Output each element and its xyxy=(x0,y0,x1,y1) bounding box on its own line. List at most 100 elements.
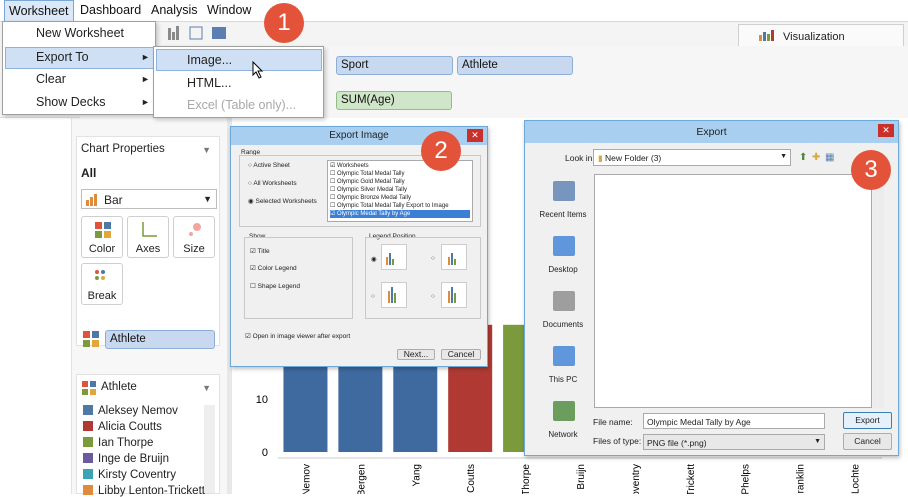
x-tick-label: Thorpe xyxy=(521,464,532,494)
this-pc-icon xyxy=(553,346,575,366)
place-label[interactable]: Documents xyxy=(535,320,591,329)
worksheet-item[interactable]: ☐ Olympic Gold Medal Tally xyxy=(330,178,470,186)
up-folder-icon[interactable]: ⬆ xyxy=(799,152,807,163)
worksheet-item[interactable]: ☐ Olympic Bronze Medal Tally xyxy=(330,194,470,202)
tab-visualization[interactable]: Visualization xyxy=(738,24,904,46)
legend-item[interactable]: Inge de Bruijn xyxy=(83,453,169,465)
submenu-image[interactable]: Image... xyxy=(187,53,232,67)
checkbox-shape-legend[interactable]: ☐ Shape Legend xyxy=(250,282,300,290)
submenu-image-highlight[interactable] xyxy=(156,49,322,71)
legend-pos-bottomleft[interactable]: ○ xyxy=(371,293,375,300)
menu-new-worksheet[interactable]: New Worksheet xyxy=(36,26,124,40)
cancel-button[interactable]: Cancel xyxy=(441,349,481,360)
legend-pos-topleft[interactable]: ◉ xyxy=(371,255,377,263)
scope-label[interactable]: All xyxy=(81,166,96,180)
chevron-down-icon: ▼ xyxy=(203,194,212,204)
worksheet-item-label: Olympic Total Medal Tally xyxy=(337,171,405,177)
legend-item[interactable]: Kirsty Coventry xyxy=(83,469,176,481)
radio-all-worksheets[interactable]: ○ All Worksheets xyxy=(248,180,297,187)
menu-dashboard[interactable]: Dashboard xyxy=(80,3,141,17)
legend-pos-topright[interactable]: ○ xyxy=(431,255,435,262)
radio-active-sheet[interactable]: ○ Active Sheet xyxy=(248,162,290,169)
chevron-down-icon[interactable]: ▼ xyxy=(202,145,211,155)
chevron-down-icon[interactable]: ▼ xyxy=(202,383,211,393)
menu-window[interactable]: Window xyxy=(207,3,251,17)
chart-type-select[interactable]: Bar ▼ xyxy=(81,189,217,209)
look-in-select[interactable]: ▮ New Folder (3) ▼ xyxy=(593,149,791,166)
radio-selected-worksheets[interactable]: ◉ Selected Worksheets xyxy=(248,197,317,205)
checkbox-open-viewer[interactable]: ☑ Open in image viewer after export xyxy=(245,332,350,340)
file-list-scrollbar[interactable] xyxy=(873,174,884,408)
pill-sum-age[interactable]: SUM(Age) xyxy=(336,91,452,110)
place-label[interactable]: This PC xyxy=(535,375,591,384)
tile-axes[interactable]: Axes xyxy=(127,216,169,258)
worksheet-checkbox[interactable]: ☐ xyxy=(330,187,337,193)
submenu-html[interactable]: HTML... xyxy=(187,76,231,90)
tile-size-label: Size xyxy=(183,243,205,255)
menu-export-to[interactable]: Export To xyxy=(36,50,89,64)
checkbox-color-legend-label: Color Legend xyxy=(257,265,297,272)
checkbox-title[interactable]: ☑ Title xyxy=(250,247,270,255)
worksheet-list[interactable]: ☑ Worksheets ☐ Olympic Total Medal Tally ☐… xyxy=(327,160,473,222)
place-label[interactable]: Desktop xyxy=(535,265,591,274)
place-label[interactable]: Recent Items xyxy=(535,210,591,219)
menu-clear[interactable]: Clear xyxy=(36,72,66,86)
worksheet-checkbox[interactable]: ☐ xyxy=(330,171,337,177)
worksheet-item[interactable]: ☑ Olympic Medal Tally by Age xyxy=(330,210,470,218)
legend-swatch xyxy=(83,437,93,447)
file-type-select[interactable]: PNG file (*.png) ▼ xyxy=(643,434,825,450)
legend-item[interactable]: Alicia Coutts xyxy=(83,421,162,433)
legend-scrollbar[interactable] xyxy=(204,405,215,493)
next-button[interactable]: Next... xyxy=(397,349,435,360)
worksheet-item[interactable]: ☐ Olympic Total Medal Tally Export to Im… xyxy=(330,202,470,210)
checkbox-color-legend[interactable]: ☑ Color Legend xyxy=(250,264,297,272)
legend-pos-bottomright[interactable]: ○ xyxy=(431,293,435,300)
data-pane xyxy=(0,118,72,494)
file-list[interactable] xyxy=(594,174,872,408)
close-icon[interactable]: ✕ xyxy=(467,129,483,142)
menu-analysis[interactable]: Analysis xyxy=(151,3,198,17)
documents-icon xyxy=(553,291,575,311)
worksheet-item-label: Olympic Gold Medal Tally xyxy=(337,179,405,185)
file-name-input[interactable]: Olympic Medal Tally by Age xyxy=(643,413,825,429)
visualization-icon xyxy=(759,30,774,41)
worksheet-checkbox[interactable]: ☑ xyxy=(330,211,337,217)
tile-break[interactable]: Break xyxy=(81,263,123,305)
export-button[interactable]: Export xyxy=(843,412,892,429)
tile-axes-label: Axes xyxy=(135,243,161,255)
x-tick-label: Yang xyxy=(411,464,422,487)
toolbar-icons[interactable] xyxy=(168,25,238,43)
cancel-button[interactable]: Cancel xyxy=(843,433,892,450)
tile-size[interactable]: Size xyxy=(173,216,215,258)
chart-properties-title: Chart Properties xyxy=(81,143,165,155)
pill-athlete[interactable]: Athlete xyxy=(457,56,573,75)
checkbox-open-viewer-label: Open in image viewer after export xyxy=(252,333,351,340)
legend-item[interactable]: Ian Thorpe xyxy=(83,437,153,449)
legend-item[interactable]: Aleksey Nemov xyxy=(83,405,178,417)
tile-color-label: Color xyxy=(88,243,116,255)
worksheet-item[interactable]: ☐ Olympic Total Medal Tally xyxy=(330,170,470,178)
worksheet-checkbox[interactable]: ☑ xyxy=(330,163,337,169)
view-menu-icon[interactable]: ▦ xyxy=(825,152,834,163)
tile-color[interactable]: Color xyxy=(81,216,123,258)
legend-item-label: Aleksey Nemov xyxy=(98,405,178,417)
x-tick-label: Bergen xyxy=(356,464,367,494)
color-field-icon xyxy=(83,331,99,347)
worksheet-checkbox[interactable]: ☐ xyxy=(330,179,337,185)
close-icon[interactable]: ✕ xyxy=(878,124,894,137)
color-field-pill[interactable]: Athlete xyxy=(105,330,215,349)
legend-item[interactable]: Libby Lenton-Trickett xyxy=(83,485,205,497)
x-tick-label: Lochte xyxy=(851,464,862,494)
worksheet-item[interactable]: ☐ Olympic Silver Medal Tally xyxy=(330,186,470,194)
worksheet-checkbox[interactable]: ☐ xyxy=(330,195,337,201)
file-name-label: File name: xyxy=(593,417,633,427)
x-tick-label: Nemov xyxy=(301,464,312,494)
pill-sport[interactable]: Sport xyxy=(336,56,453,75)
worksheet-checkbox[interactable]: ☐ xyxy=(330,203,337,209)
menu-show-decks[interactable]: Show Decks xyxy=(36,95,105,109)
menu-worksheet[interactable]: Worksheet xyxy=(4,0,74,22)
place-label[interactable]: Network xyxy=(535,430,591,439)
new-folder-icon[interactable]: ✚ xyxy=(812,152,820,163)
checkbox-shape-legend-label: Shape Legend xyxy=(257,283,300,290)
legend-item-label: Inge de Bruijn xyxy=(98,453,169,465)
